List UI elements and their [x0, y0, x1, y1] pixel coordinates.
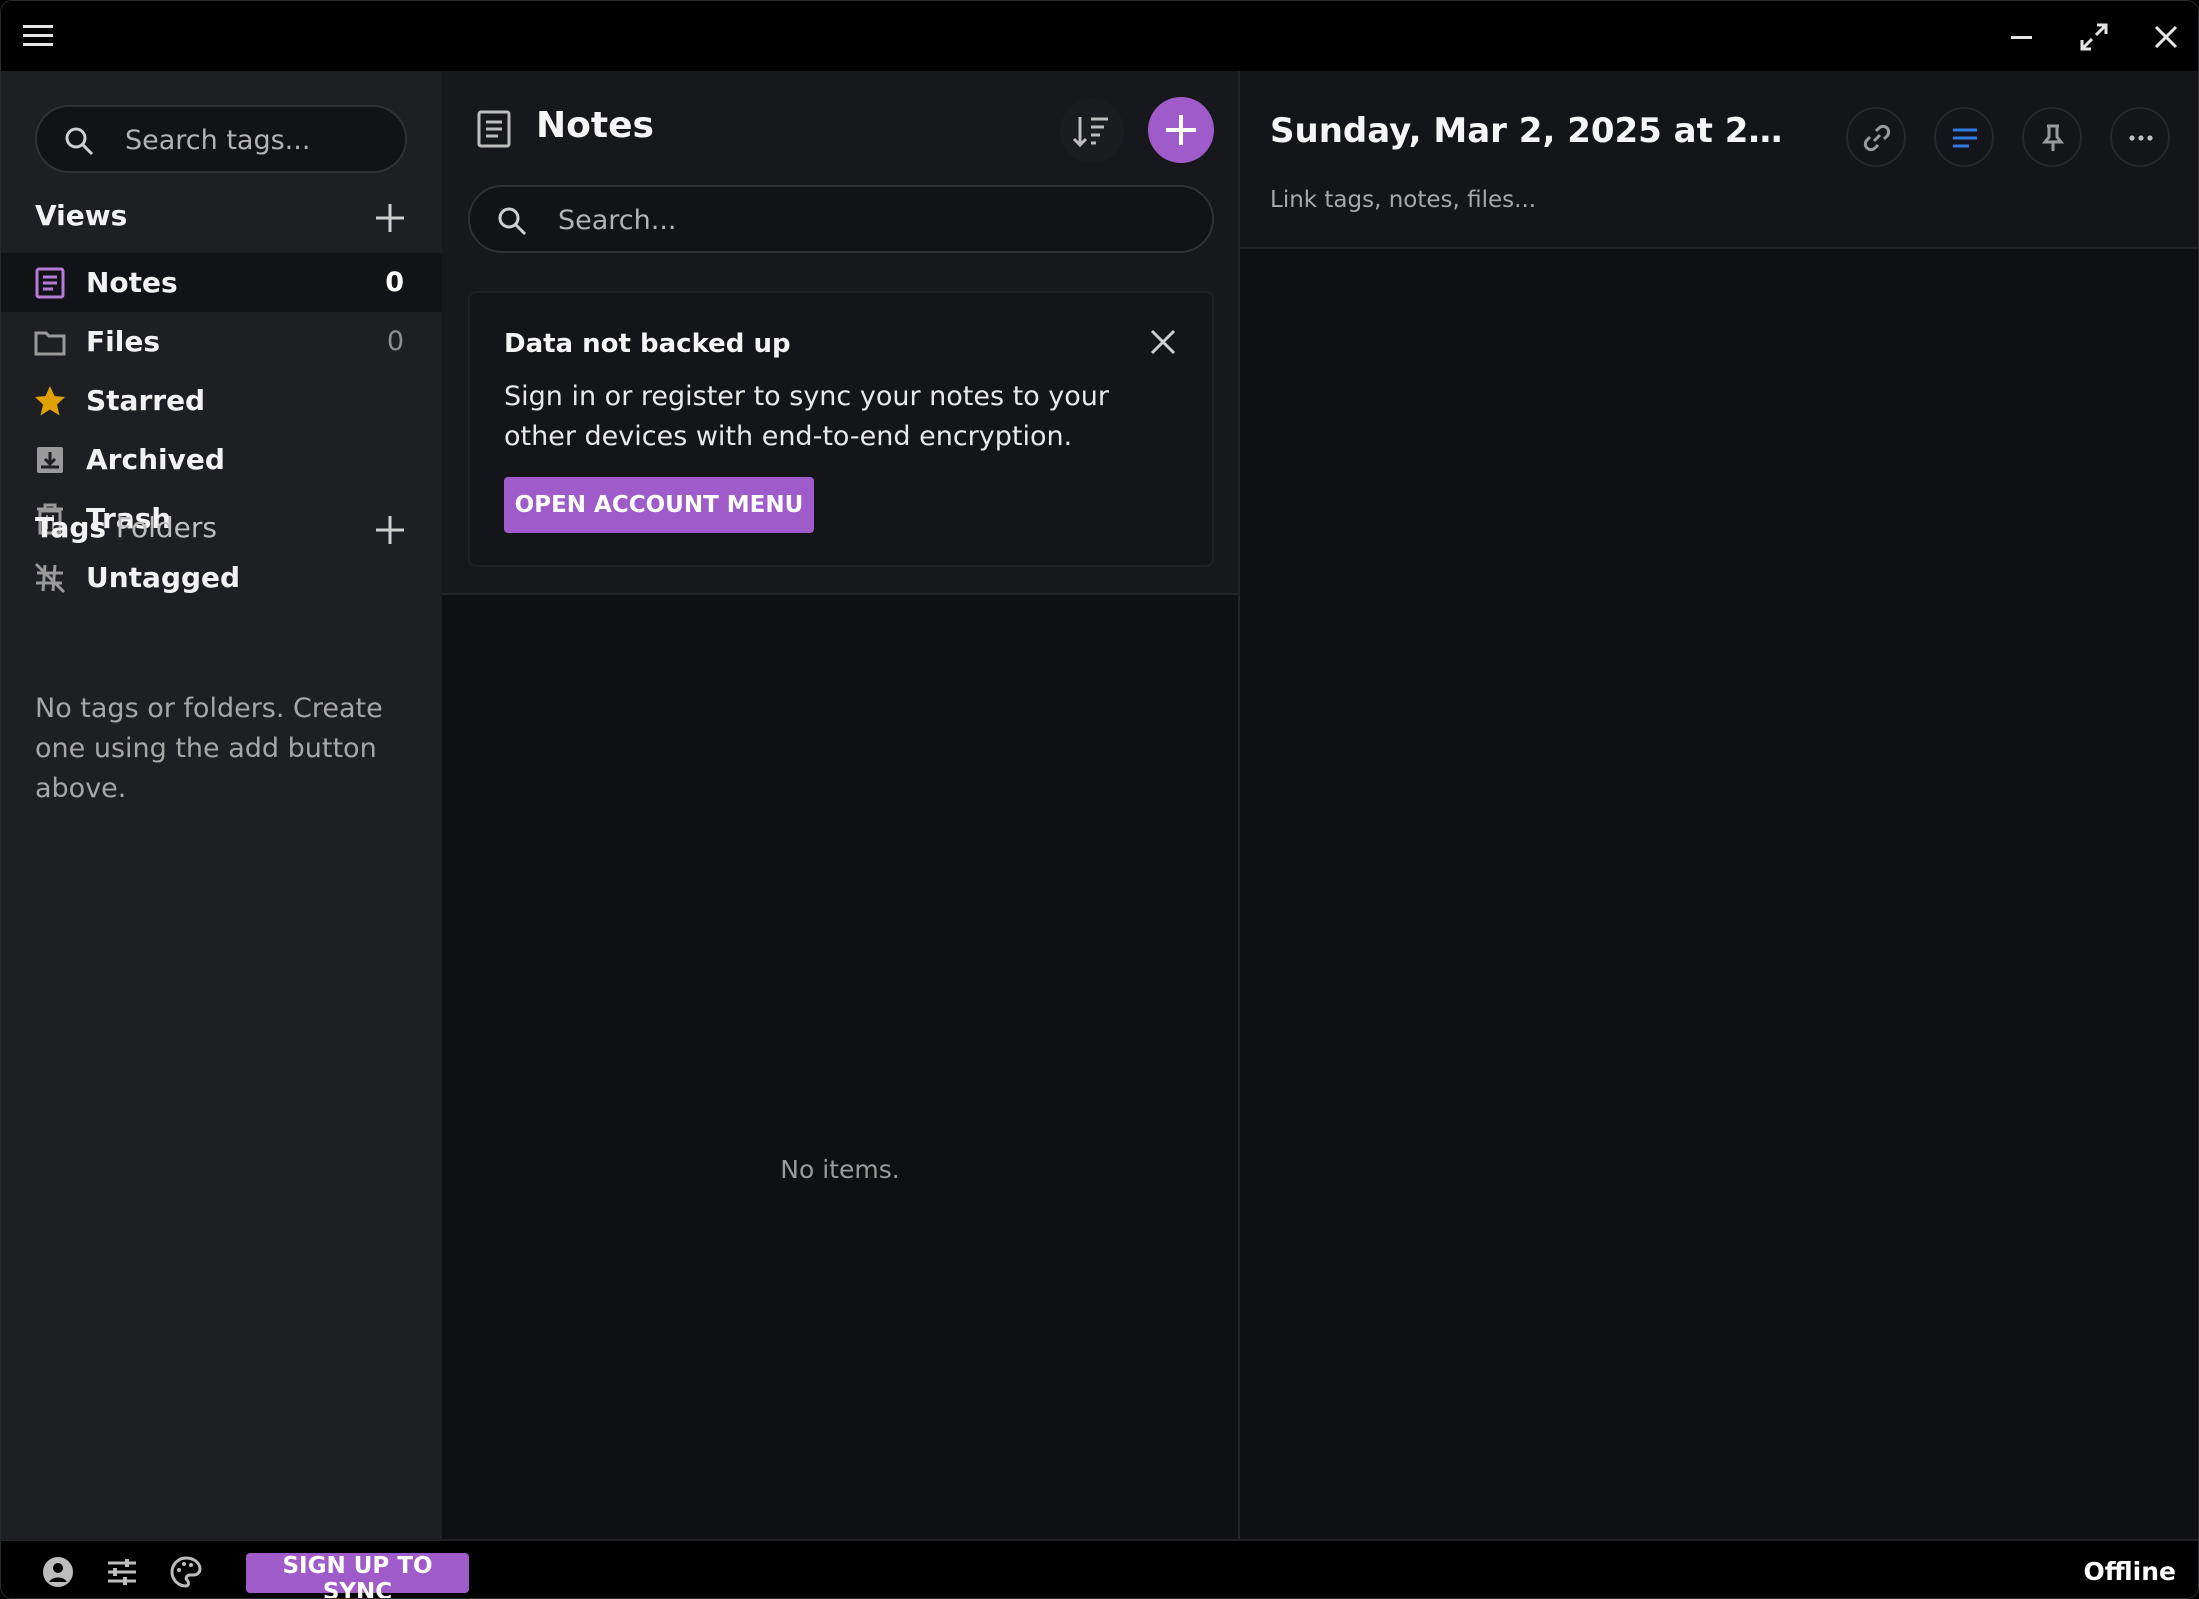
link-button[interactable] [1846, 107, 1906, 167]
note-type-button[interactable] [1934, 107, 1994, 167]
sidebar-item-label: Files [86, 325, 160, 358]
theme-palette-icon[interactable] [169, 1555, 203, 1589]
star-icon [35, 386, 65, 416]
title-bar [1, 1, 2198, 71]
pin-icon [2041, 124, 2065, 151]
tag-search-box [35, 105, 407, 173]
sidebar-item-untagged[interactable]: Untagged [1, 548, 442, 607]
archive-icon [37, 447, 63, 473]
tags-folders-header: Tags Folders [35, 511, 407, 551]
folder-icon [34, 331, 66, 356]
hamburger-menu-icon[interactable] [23, 23, 53, 49]
editor-header: Sunday, Mar 2, 2025 at 2:42 P... Link ta… [1240, 71, 2198, 249]
notes-count: 0 [385, 267, 404, 298]
empty-list-message: No items. [780, 1155, 900, 1184]
text-format-icon [1953, 128, 1977, 148]
minimize-icon[interactable] [2001, 17, 2041, 57]
notes-search-box [468, 185, 1214, 253]
notes-list-icon [477, 110, 511, 148]
sidebar-item-files[interactable]: Files 0 [1, 312, 442, 371]
note-editor: Sunday, Mar 2, 2025 at 2:42 P... Link ta… [1240, 71, 2198, 1539]
preferences-icon[interactable] [105, 1555, 139, 1589]
sidebar-item-label: Archived [86, 443, 225, 476]
banner-title: Data not backed up [504, 329, 791, 359]
close-window-icon[interactable] [2146, 17, 2186, 57]
sidebar-item-archived[interactable]: Archived [1, 430, 442, 489]
status-bar: SIGN UP TO SYNC Offline [1, 1539, 2198, 1598]
app-window: Views Notes 0 Files 0 [0, 0, 2199, 1599]
notes-search-input[interactable] [558, 197, 1178, 243]
sort-icon [1072, 117, 1108, 148]
untagged-icon [34, 562, 66, 594]
files-count: 0 [386, 326, 404, 357]
note-title[interactable]: Sunday, Mar 2, 2025 at 2:42 P... [1270, 111, 1790, 151]
sort-options-button[interactable] [1060, 99, 1124, 163]
link-icon [1863, 124, 1891, 152]
more-horizontal-icon [2129, 135, 2153, 141]
search-icon [65, 127, 94, 156]
tag-search-input[interactable] [125, 117, 395, 163]
sidebar-item-starred[interactable]: Starred [1, 371, 442, 430]
notes-list-panel: Notes Data not backed up [442, 71, 1240, 1539]
pin-button[interactable] [2022, 107, 2082, 167]
account-icon[interactable] [41, 1555, 75, 1589]
sidebar-item-label: Notes [86, 266, 178, 299]
sign-up-to-sync-button[interactable]: SIGN UP TO SYNC [246, 1553, 469, 1598]
more-options-button[interactable] [2110, 107, 2170, 167]
sidebar-item-label: Starred [86, 384, 206, 417]
connection-status: Offline [2083, 1557, 2176, 1586]
close-icon[interactable] [1148, 327, 1178, 357]
link-items-field[interactable]: Link tags, notes, files... [1270, 187, 1536, 213]
folders-heading[interactable]: Folders [116, 511, 217, 544]
open-account-menu-button[interactable]: OPEN ACCOUNT MENU [504, 477, 814, 533]
notes-list-title: Notes [536, 105, 654, 146]
sidebar: Views Notes 0 Files 0 [1, 71, 442, 1539]
sidebar-item-label: Untagged [86, 561, 241, 594]
add-tag-icon[interactable] [373, 513, 407, 547]
maximize-icon[interactable] [2074, 17, 2114, 57]
search-icon [498, 207, 527, 236]
tags-heading[interactable]: Tags [35, 511, 106, 544]
notes-list-body: No items. [442, 593, 1238, 1539]
backup-warning-banner: Data not backed up Sign in or register t… [468, 291, 1214, 567]
add-note-button[interactable] [1148, 97, 1214, 163]
views-heading: Views [35, 199, 128, 232]
views-list: Notes 0 Files 0 Starred Archived Trash U… [1, 253, 442, 607]
sidebar-item-notes[interactable]: Notes 0 [1, 253, 442, 312]
plus-icon [1166, 115, 1196, 145]
add-view-icon[interactable] [373, 201, 407, 235]
notes-icon [35, 267, 65, 299]
banner-message: Sign in or register to sync your notes t… [504, 381, 1110, 452]
empty-tags-message: No tags or folders. Create one using the… [35, 693, 383, 804]
views-header: Views [35, 199, 407, 239]
